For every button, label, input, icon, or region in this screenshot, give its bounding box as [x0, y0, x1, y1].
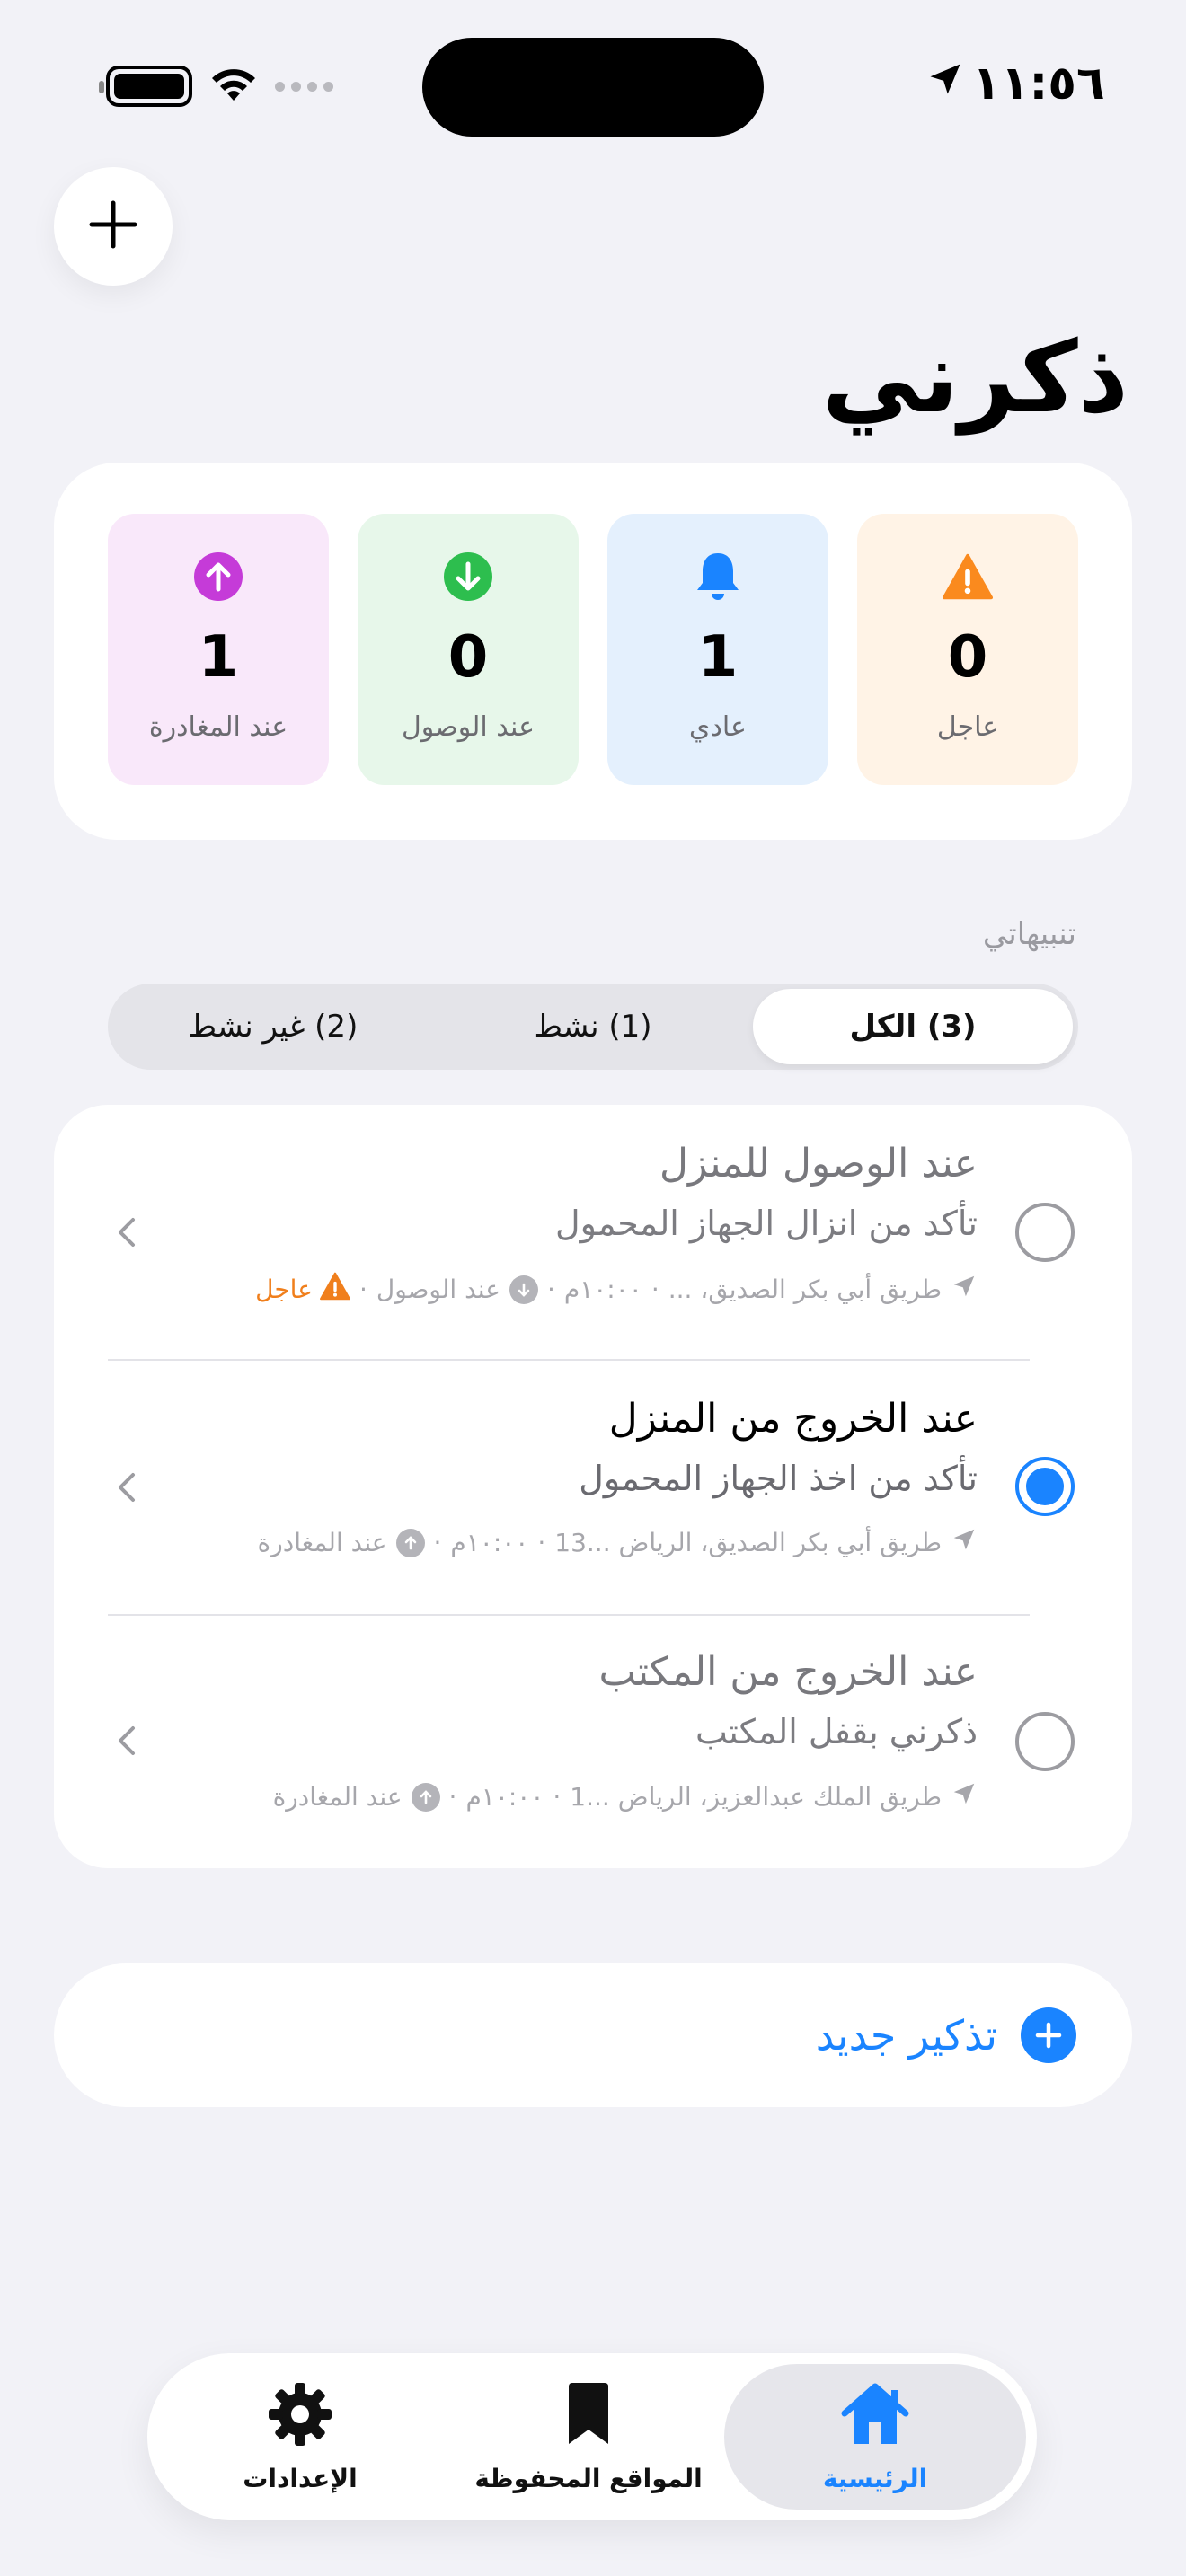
list-item[interactable]: عند الخروج من المكتب ذكرني بقفل المكتب ط…: [54, 1615, 1132, 1869]
reminder-location: طريق الملك عبدالعزيز، الرياض ...1: [570, 1782, 942, 1812]
new-reminder-label: تذكير جديد: [815, 2011, 997, 2060]
battery-icon: [99, 66, 192, 107]
new-reminder-button[interactable]: تذكير جديد: [54, 1963, 1132, 2107]
wifi-icon: [208, 65, 259, 108]
stat-value: 1: [697, 624, 739, 691]
stat-label: عند المغادرة: [148, 711, 288, 743]
urgent-badge: عاجل: [255, 1272, 350, 1307]
chevron-left-icon[interactable]: [110, 1723, 146, 1759]
chevron-left-icon[interactable]: [110, 1214, 146, 1250]
tab-bar: الرئيسية المواقع المحفوظة الإعدادات: [147, 2353, 1037, 2520]
stat-value: 0: [947, 624, 988, 691]
bell-icon: [693, 551, 743, 602]
reminders-list: عند الوصول للمنزل تأكد من انزال الجهاز ا…: [54, 1105, 1132, 1868]
reminder-toggle[interactable]: [1015, 1203, 1075, 1262]
plus-icon: [86, 198, 140, 255]
stat-label: عادي: [689, 711, 747, 743]
tab-label: المواقع المحفوظة: [474, 2463, 703, 2493]
reminder-meta: طريق أبي بكر الصديق، الرياض ...13 · ١٠:٠…: [258, 1526, 978, 1559]
list-item[interactable]: عند الوصول للمنزل تأكد من انزال الجهاز ا…: [54, 1105, 1132, 1359]
chevron-left-icon[interactable]: [110, 1469, 146, 1505]
location-arrow-icon: [951, 1780, 978, 1813]
reminder-title: عند الوصول للمنزل: [659, 1141, 978, 1187]
status-time: ١١:٥٦: [925, 52, 1105, 115]
status-icons: [99, 61, 358, 111]
add-button[interactable]: [54, 167, 173, 286]
filter-active[interactable]: (1) نشط: [433, 989, 753, 1064]
filter-segmented-control: (3) الكل (1) نشط (2) غير نشط: [108, 984, 1078, 1070]
location-arrow-icon: [951, 1526, 978, 1559]
tab-settings[interactable]: الإعدادات: [165, 2364, 435, 2510]
warning-icon: [943, 551, 993, 602]
stat-value: 1: [198, 624, 239, 691]
tab-saved-locations[interactable]: المواقع المحفوظة: [440, 2364, 737, 2510]
reminder-subtitle: تأكد من اخذ الجهاز المحمول: [579, 1459, 978, 1498]
reminder-subtitle: ذكرني بقفل المكتب: [695, 1712, 978, 1751]
reminder-time: ١٠:٠٠م: [465, 1782, 544, 1812]
stat-normal[interactable]: 1 عادي: [607, 514, 828, 785]
arrow-up-circle-icon: [411, 1782, 440, 1812]
gear-icon: [267, 2381, 333, 2451]
tab-home[interactable]: الرئيسية: [724, 2364, 1026, 2510]
stat-value: 0: [447, 624, 489, 691]
reminder-time: ١٠:٠٠م: [563, 1275, 642, 1304]
plus-circle-icon: [1021, 2007, 1076, 2063]
stats-card: 0 عاجل 1 عادي 0 عند الوصول 1 عند المغادر…: [54, 463, 1132, 840]
location-arrow-icon: [925, 57, 965, 110]
location-arrow-icon: [951, 1273, 978, 1306]
reminder-location: طريق أبي بكر الصديق، الرياض ...13: [554, 1528, 942, 1557]
filter-inactive[interactable]: (2) غير نشط: [113, 989, 433, 1064]
reminder-meta: طريق أبي بكر الصديق، ... · ١٠:٠٠م · عند …: [255, 1272, 978, 1307]
stat-label: عند الوصول: [402, 711, 535, 743]
reminder-meta: طريق الملك عبدالعزيز، الرياض ...1 · ١٠:٠…: [273, 1780, 978, 1813]
reminder-trigger: عند المغادرة: [257, 1528, 387, 1557]
warning-icon: [319, 1272, 350, 1307]
stat-arrival[interactable]: 0 عند الوصول: [358, 514, 579, 785]
list-item[interactable]: عند الخروج من المنزل تأكد من اخذ الجهاز …: [54, 1360, 1132, 1614]
clock-text: ١١:٥٦: [972, 57, 1105, 110]
arrow-down-circle-icon: [509, 1275, 538, 1304]
section-label: تنبيهاتي: [982, 916, 1076, 952]
cellular-signal-icon: [275, 81, 333, 92]
stat-urgent[interactable]: 0 عاجل: [857, 514, 1078, 785]
tab-label: الرئيسية: [822, 2463, 928, 2493]
filter-all[interactable]: (3) الكل: [753, 989, 1073, 1064]
reminder-title: عند الخروج من المكتب: [598, 1649, 978, 1695]
reminder-trigger: عند الوصول: [376, 1275, 500, 1304]
reminder-time: ١٠:٠٠م: [450, 1528, 529, 1557]
arrow-up-circle-icon: [395, 1528, 425, 1557]
stat-departure[interactable]: 1 عند المغادرة: [108, 514, 329, 785]
dynamic-island: [422, 38, 764, 137]
reminder-subtitle: تأكد من انزال الجهاز المحمول: [554, 1204, 978, 1243]
arrow-up-circle-icon: [193, 551, 243, 602]
reminder-location: طريق أبي بكر الصديق، ...: [668, 1275, 942, 1304]
bookmark-icon: [563, 2381, 614, 2451]
urgent-label: عاجل: [255, 1275, 313, 1304]
page-title: ذكرني: [821, 320, 1128, 435]
house-icon: [837, 2381, 913, 2451]
tab-label: الإعدادات: [243, 2463, 358, 2493]
stat-label: عاجل: [936, 711, 999, 743]
reminder-toggle[interactable]: [1015, 1712, 1075, 1771]
reminder-toggle[interactable]: [1015, 1457, 1075, 1516]
reminder-trigger: عند المغادرة: [272, 1782, 403, 1812]
arrow-down-circle-icon: [443, 551, 493, 602]
reminder-title: عند الخروج من المنزل: [608, 1396, 978, 1442]
